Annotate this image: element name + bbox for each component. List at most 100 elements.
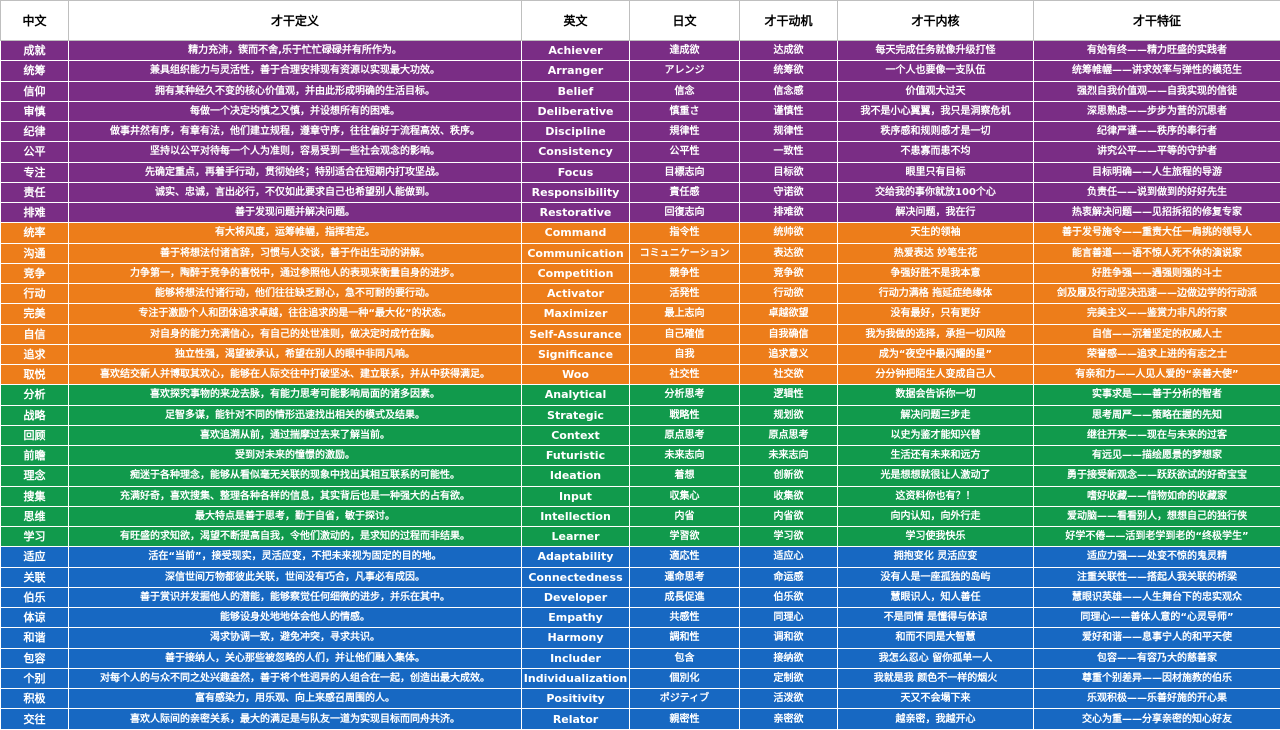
cell-definition: 喜欢人际间的亲密关系，最大的满足是与队友一道为实现目标而同舟共济。 (68, 708, 522, 730)
cell-english: Significance (521, 344, 630, 366)
cell-core: 解决问题，我在行 (837, 202, 1034, 224)
cell-english: Strategic (521, 405, 630, 426)
cell-trait: 乐观积极——乐善好施的开心果 (1033, 688, 1280, 710)
cell-core: 价值观大过天 (837, 81, 1034, 102)
cell-japanese: 競争性 (629, 263, 740, 285)
cell-english: Achiever (521, 40, 630, 62)
table-row: 沟通 善于将想法付诸言辞，习惯与人交谈，善于作出生动的讲解。 Communicati… (0, 243, 1280, 264)
cell-japanese: 分析思考 (629, 384, 740, 406)
cell-motive: 信念感 (739, 81, 838, 102)
cell-english: Belief (521, 81, 630, 102)
cell-definition: 最大特点是善于思考，勤于自省，敏于探讨。 (68, 506, 522, 528)
cell-definition: 喜欢探究事物的来龙去脉，有能力思考可能影响局面的诸多因素。 (68, 384, 522, 406)
cell-motive: 追求意义 (739, 344, 838, 366)
cell-japanese: 内省 (629, 506, 740, 528)
cell-trait: 嗜好收藏——惜物如命的收藏家 (1033, 486, 1280, 507)
table-row: 关联 深信世间万物都彼此关联，世间没有巧合，凡事必有成因。 Connectednes… (0, 567, 1280, 588)
cell-motive: 命运感 (739, 567, 838, 588)
cell-core: 光是想想就很让人激动了 (837, 465, 1034, 487)
table-row: 纪律 做事井然有序，有章有法，他们建立规程，遵章守序，往往偏好于流程高效、秩序。 D… (0, 121, 1280, 143)
cell-motive: 伯乐欲 (739, 587, 838, 609)
cell-trait: 勇于接受新观念——跃跃欲试的好奇宝宝 (1033, 465, 1280, 487)
cell-definition: 对自身的能力充满信心，有自己的处世准则，做决定时成竹在胸。 (68, 324, 522, 345)
cell-english: Ideation (521, 465, 630, 487)
table-row: 公平 坚持以公平对待每一个人为准则，容易受到一些社会观念的影响。 Consisten… (0, 141, 1280, 163)
cell-chinese: 分析 (0, 384, 69, 406)
cell-chinese: 取悦 (0, 364, 69, 386)
cell-english: Discipline (521, 121, 630, 143)
table-row: 积极 富有感染力，用乐观、向上来感召周围的人。 Positivity ポジティブ 活泼欲… (0, 688, 1280, 710)
cell-definition: 能够设身处地地体会他人的情感。 (68, 607, 522, 629)
cell-definition: 独立性强，渴望被承认，希望在别人的眼中非同凡响。 (68, 344, 522, 366)
table-row: 回顾 喜欢追溯从前，通过揣摩过去来了解当前。 Context 原点思考 原点思考 以史为鉴… (0, 425, 1280, 447)
table-row: 自信 对自身的能力充满信心，有自己的处世准则，做决定时成竹在胸。 Self-Assu… (0, 324, 1280, 345)
cell-trait: 自信——沉着坚定的权威人士 (1033, 324, 1280, 345)
table-row: 学习 有旺盛的求知欲，渴望不断提高自我，令他们激动的，是求知的过程而非结果。 Lea… (0, 526, 1280, 548)
cell-core: 解决问题三步走 (837, 405, 1034, 426)
cell-chinese: 行动 (0, 283, 69, 305)
cell-trait: 热衷解决问题——见招拆招的修复专家 (1033, 202, 1280, 224)
cell-core: 拥抱变化 灵活应变 (837, 546, 1034, 568)
cell-english: Futuristic (521, 445, 630, 467)
cell-english: Intellection (521, 506, 630, 528)
cell-chinese: 自信 (0, 324, 69, 345)
cell-definition: 善于接纳人，关心那些被忽略的人们，并让他们融入集体。 (68, 648, 522, 669)
cell-motive: 规划欲 (739, 405, 838, 426)
cell-english: Relator (521, 708, 630, 730)
table-row: 完美 专注于激励个人和团体追求卓越，往往追求的是一种“最大化”的状态。 Maximi… (0, 303, 1280, 325)
table-row: 包容 善于接纳人，关心那些被忽略的人们，并让他们融入集体。 Includer 包含 接纳… (0, 648, 1280, 669)
cell-trait: 好学不倦——活到老学到老的“终极学生” (1033, 526, 1280, 548)
cell-definition: 专注于激励个人和团体追求卓越，往往追求的是一种“最大化”的状态。 (68, 303, 522, 325)
cell-motive: 排难欲 (739, 202, 838, 224)
cell-core: 慧眼识人，知人善任 (837, 587, 1034, 609)
cell-chinese: 专注 (0, 162, 69, 183)
cell-chinese: 思维 (0, 506, 69, 528)
cell-japanese: 適応性 (629, 546, 740, 568)
cell-japanese: 規律性 (629, 121, 740, 143)
cell-chinese: 竞争 (0, 263, 69, 285)
cell-motive: 亲密欲 (739, 708, 838, 730)
cell-motive: 原点思考 (739, 425, 838, 447)
cell-trait: 有亲和力——人见人爱的“亲善大使” (1033, 364, 1280, 386)
cell-core: 一个人也要像一支队伍 (837, 60, 1034, 82)
cell-definition: 有大将风度，运筹帷幄，指挥若定。 (68, 222, 522, 244)
talent-table: 中文 才干定义 英文 日文 才干动机 才干内核 才干特征 成就 精力充沛，锲而不舍… (0, 0, 1280, 730)
table-row: 行动 能够将想法付诸行动，他们往往缺乏耐心，急不可耐的要行动。 Activator 活… (0, 283, 1280, 305)
cell-trait: 强烈自我价值观——自我实现的信徒 (1033, 81, 1280, 102)
cell-chinese: 体谅 (0, 607, 69, 629)
table-row: 排难 善于发现问题并解决问题。 Restorative 回復志向 排难欲 解决问题，我在行… (0, 202, 1280, 224)
cell-japanese: 自己確信 (629, 324, 740, 345)
cell-core: 不患寡而患不均 (837, 141, 1034, 163)
cell-japanese: 収集心 (629, 486, 740, 507)
cell-motive: 未来志向 (739, 445, 838, 467)
table-row: 统率 有大将风度，运筹帷幄，指挥若定。 Command 指令性 统帅欲 天生的领袖 善于发号… (0, 222, 1280, 244)
cell-chinese: 包容 (0, 648, 69, 669)
header-chinese: 中文 (0, 0, 69, 41)
cell-core: 分分钟把陌生人变成自己人 (837, 364, 1034, 386)
table-row: 搜集 充满好奇，喜欢搜集、整理各种各样的信息，其实背后也是一种强大的占有欲。 Inp… (0, 486, 1280, 507)
cell-trait: 尊重个别差异——因材施教的伯乐 (1033, 668, 1280, 690)
table-row: 战略 足智多谋，能针对不同的情形迅速找出相关的模式及结果。 Strategic 戦略性… (0, 405, 1280, 426)
cell-english: Empathy (521, 607, 630, 629)
cell-motive: 调和欲 (739, 627, 838, 649)
cell-definition: 精力充沛，锲而不舍,乐于忙忙碌碌并有所作为。 (68, 40, 522, 62)
cell-english: Individualization (521, 668, 630, 690)
cell-definition: 活在“当前”，接受现实，灵活应变，不把未来视为固定的目的地。 (68, 546, 522, 568)
cell-english: Focus (521, 162, 630, 183)
cell-core: 没有人是一座孤独的岛屿 (837, 567, 1034, 588)
cell-english: Analytical (521, 384, 630, 406)
cell-motive: 收集欲 (739, 486, 838, 507)
table-row: 专注 先确定重点，再着手行动，贯彻始终；特别适合在短期内打攻坚战。 Focus 目標志… (0, 162, 1280, 183)
cell-trait: 目标明确——人生旅程的导游 (1033, 162, 1280, 183)
cell-definition: 足智多谋，能针对不同的情形迅速找出相关的模式及结果。 (68, 405, 522, 426)
cell-english: Input (521, 486, 630, 507)
cell-english: Command (521, 222, 630, 244)
table-row: 取悦 喜欢结交新人并博取其欢心，能够在人际交往中打破坚冰、建立联系，并从中获得满足… (0, 364, 1280, 386)
cell-trait: 同理心——善体人意的“心灵导师” (1033, 607, 1280, 629)
cell-motive: 内省欲 (739, 506, 838, 528)
cell-chinese: 完美 (0, 303, 69, 325)
cell-definition: 深信世间万物都彼此关联，世间没有巧合，凡事必有成因。 (68, 567, 522, 588)
cell-japanese: 責任感 (629, 182, 740, 204)
cell-chinese: 前瞻 (0, 445, 69, 467)
cell-trait: 能言善道——语不惊人死不休的演说家 (1033, 243, 1280, 264)
